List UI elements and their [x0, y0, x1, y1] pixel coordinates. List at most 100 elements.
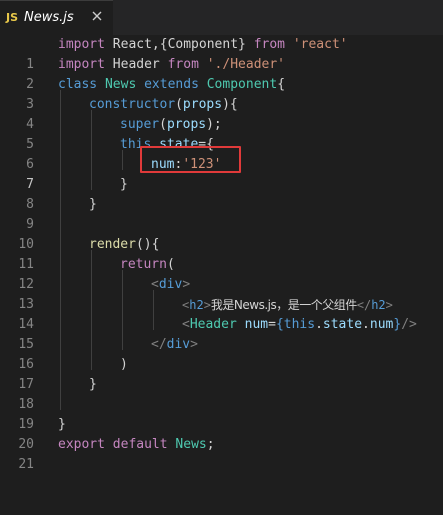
- code-text: <Header num={this.state.num}/>: [182, 315, 417, 335]
- code-text: <div>: [151, 275, 190, 295]
- code-text: super(props);: [120, 115, 222, 135]
- code-line: 20 }: [0, 415, 443, 452]
- code-line: 19: [0, 395, 443, 432]
- code-text: import React,{Component} from 'react': [58, 35, 348, 55]
- token: .: [362, 317, 370, 332]
- code-line: 21 export default News;: [0, 435, 443, 472]
- token: return: [120, 257, 167, 272]
- token: './Header': [206, 57, 286, 72]
- token: render: [89, 237, 136, 252]
- token: }: [89, 197, 97, 212]
- token: num: [244, 317, 269, 332]
- code-line: 8 }: [0, 175, 443, 212]
- token: 我是News.js，是一个父组件: [210, 298, 357, 312]
- code-text: }: [58, 415, 66, 435]
- token: props: [166, 117, 207, 132]
- code-text: }: [120, 175, 128, 195]
- token: import: [58, 57, 105, 72]
- token: this: [283, 317, 316, 332]
- code-text: <h2>我是News.js，是一个父组件</h2>: [182, 295, 393, 315]
- token: (){: [135, 237, 160, 252]
- token: }: [120, 177, 128, 192]
- token: >: [182, 277, 191, 292]
- token: />: [401, 317, 417, 332]
- code-text: return(: [120, 255, 175, 275]
- token: from: [253, 37, 285, 52]
- token: <: [151, 277, 159, 292]
- code-line: 18 }: [0, 375, 443, 412]
- token: >: [203, 298, 211, 312]
- code-editor[interactable]: 1 import React,{Component} from 'react' …: [0, 35, 443, 472]
- token: div: [158, 277, 183, 292]
- token: >: [385, 298, 393, 312]
- code-line: 9 }: [0, 195, 443, 232]
- token: div: [166, 337, 191, 352]
- token: {: [275, 317, 284, 332]
- code-text: import Header from './Header': [58, 55, 285, 75]
- token: News: [104, 77, 137, 92]
- token: export: [58, 437, 105, 452]
- code-line: 12 return(: [0, 255, 443, 292]
- highlight-box: [140, 146, 241, 173]
- token: News: [175, 437, 207, 452]
- code-text: ): [120, 355, 128, 375]
- token: ;: [206, 437, 215, 452]
- token: class: [58, 77, 98, 92]
- tab-bar: JS News.js: [0, 0, 443, 35]
- code-line: 4 constructor(props){: [0, 95, 443, 132]
- token: import: [58, 37, 105, 52]
- code-line: 14 <h2>我是News.js，是一个父组件</h2>: [0, 295, 443, 332]
- code-text: render(){: [89, 235, 159, 255]
- token: (: [166, 257, 175, 272]
- token: .: [315, 317, 323, 332]
- token: constructor: [89, 97, 176, 112]
- tab-news-js[interactable]: JS News.js: [0, 0, 113, 35]
- code-line: 17 ): [0, 355, 443, 392]
- token: props: [182, 97, 223, 112]
- code-line: 10: [0, 215, 443, 252]
- close-icon[interactable]: [89, 8, 105, 24]
- token: super: [120, 117, 160, 132]
- token: Component: [206, 77, 278, 92]
- code-text: }: [89, 195, 97, 215]
- line-number: 21: [18, 457, 34, 472]
- token: (: [175, 97, 183, 112]
- token: Header: [189, 317, 237, 332]
- token: }: [393, 317, 402, 332]
- token: </: [151, 337, 167, 352]
- token: Header: [104, 57, 168, 72]
- code-line: 16 </div>: [0, 335, 443, 372]
- token: );: [206, 117, 222, 132]
- token: num: [369, 317, 394, 332]
- token: }: [58, 417, 66, 432]
- js-file-icon: JS: [6, 11, 19, 24]
- token: h2: [371, 298, 386, 312]
- token: state: [322, 317, 363, 332]
- token: 'react': [292, 37, 348, 52]
- tab-file-name: News.js: [24, 10, 74, 25]
- token: (: [159, 117, 167, 132]
- code-line: 15 <Header num={this.state.num}/>: [0, 315, 443, 352]
- code-line: 2 import Header from './Header': [0, 55, 443, 92]
- token: </: [356, 298, 372, 312]
- code-line: 3 class News extends Component{: [0, 75, 443, 112]
- code-text: class News extends Component{: [58, 75, 285, 95]
- code-text: constructor(props){: [89, 95, 238, 115]
- token: <: [182, 317, 190, 332]
- code-line: 13 <div>: [0, 275, 443, 312]
- token: React,{Component}: [104, 37, 254, 52]
- code-line: 1 import React,{Component} from 'react': [0, 35, 443, 72]
- token: from: [167, 57, 199, 72]
- token: ){: [222, 97, 238, 112]
- token: extends: [144, 77, 199, 92]
- token: >: [190, 337, 198, 352]
- token: {: [277, 77, 286, 92]
- code-text: export default News;: [58, 435, 215, 455]
